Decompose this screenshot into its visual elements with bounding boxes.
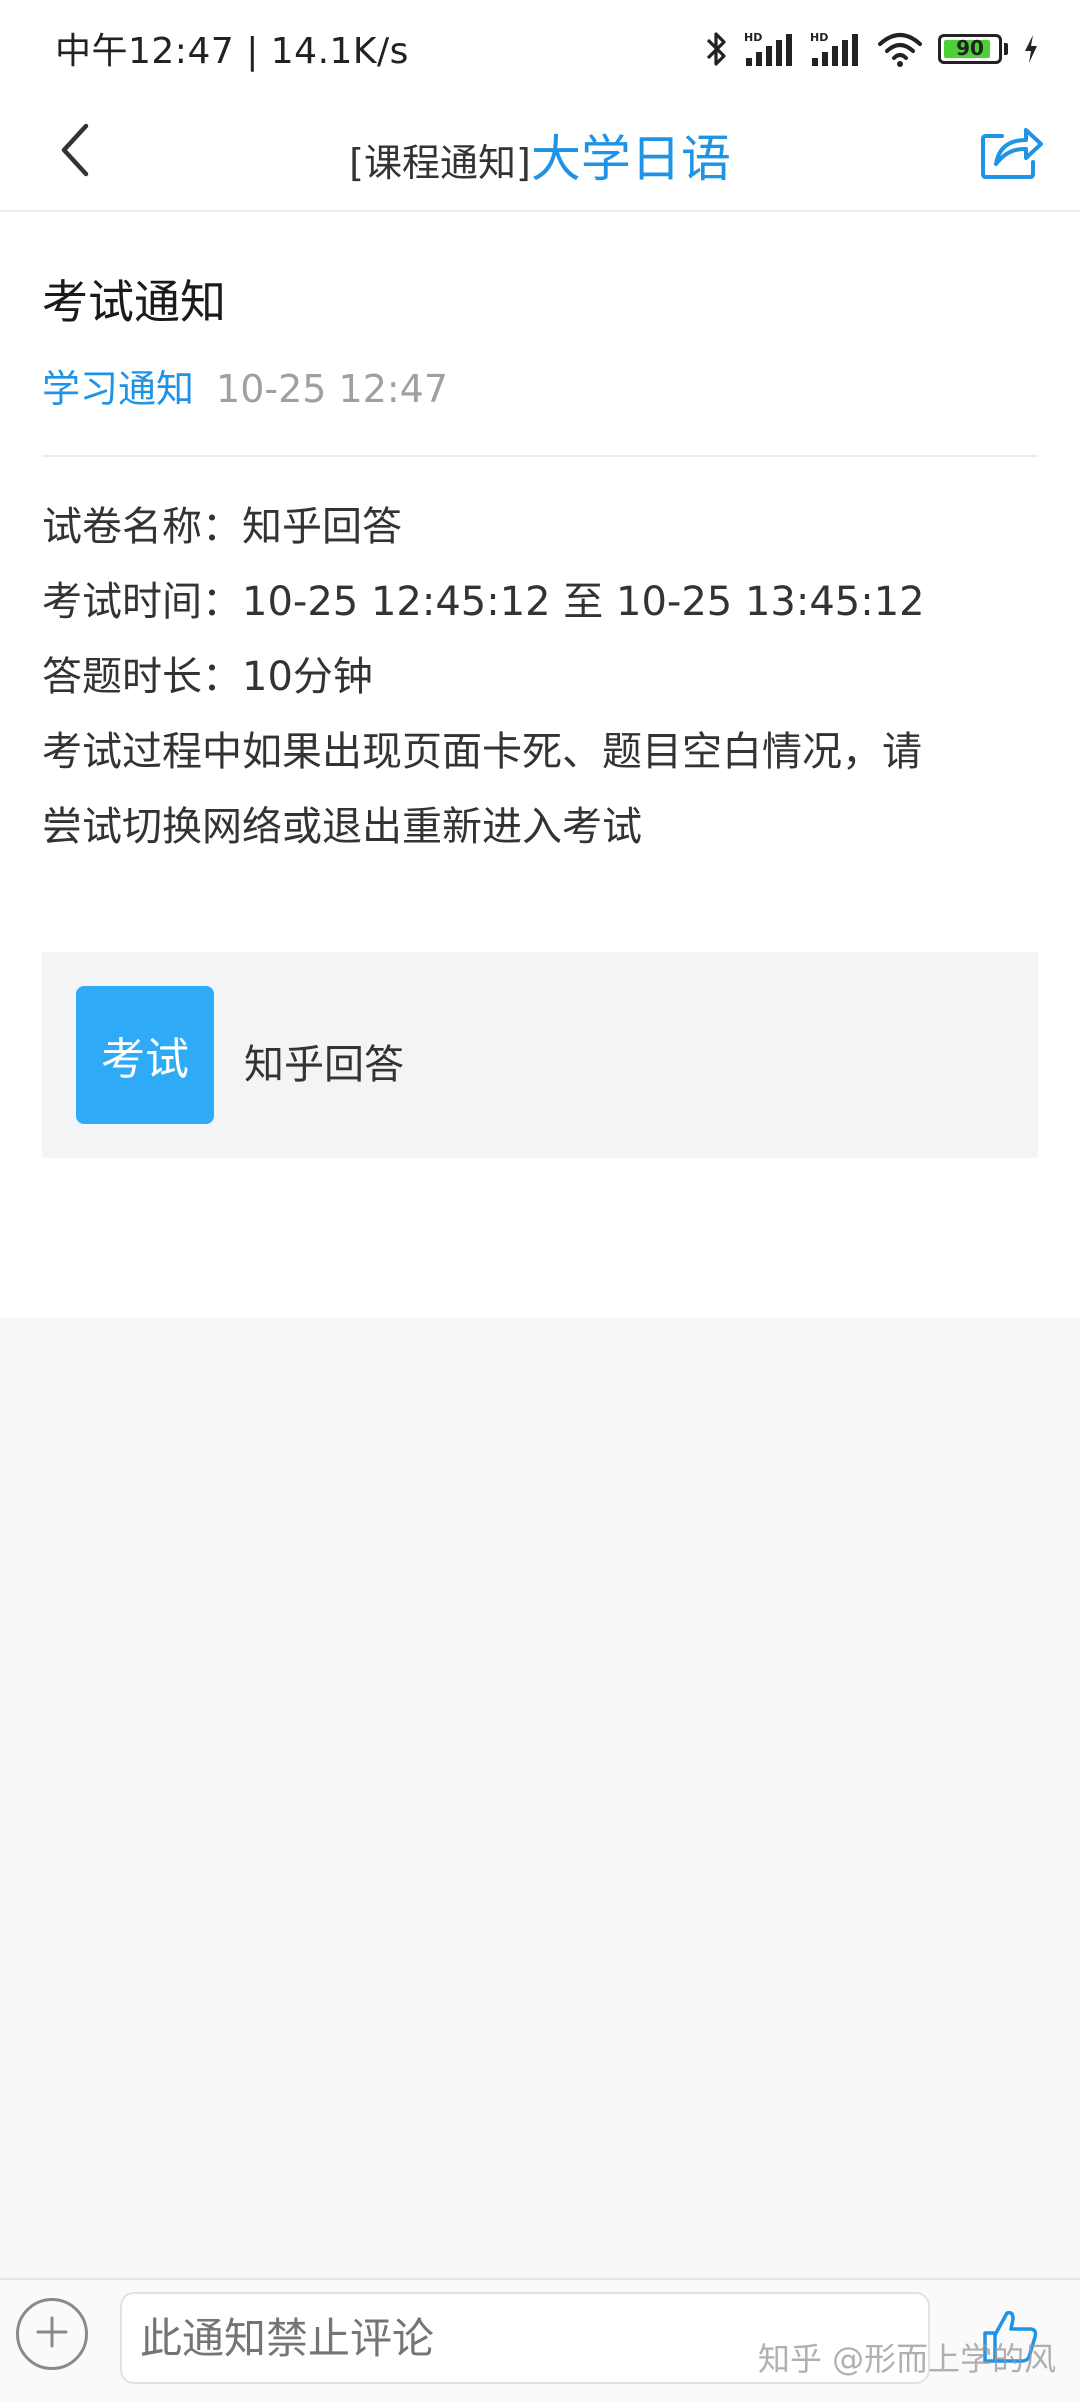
exam-badge: 考试: [76, 986, 214, 1124]
title-prefix: [课程通知]: [349, 141, 531, 185]
notice-content: 考试通知 学习通知 10-25 12:47 试卷名称：知乎回答 考试时间：10-2…: [0, 212, 1080, 1317]
nav-header: [课程通知]大学日语: [0, 95, 1080, 212]
body-line: 答题时长：10分钟: [42, 654, 373, 700]
wifi-icon: [876, 30, 924, 68]
body-line: 尝试切换网络或退出重新进入考试: [42, 804, 642, 850]
signal-icon: HD: [810, 30, 862, 68]
charging-icon: [1022, 33, 1040, 65]
notice-meta: 学习通知 10-25 12:47: [42, 358, 448, 413]
body-line: 考试过程中如果出现页面卡死、题目空白情况，请: [42, 729, 922, 775]
share-button[interactable]: [974, 115, 1050, 191]
battery-cap: [1004, 43, 1008, 55]
notice-body: 试卷名称：知乎回答 考试时间：10-25 12:45:12 至 10-25 13…: [42, 490, 1050, 865]
notice-time: 10-25 12:47: [216, 367, 449, 411]
status-time-speed: 中午12:47 | 14.1K/s: [55, 31, 409, 72]
body-line: 考试时间：10-25 12:45:12 至 10-25 13:45:12: [42, 579, 925, 625]
course-name: 大学日语: [530, 130, 731, 188]
add-button[interactable]: [16, 2298, 88, 2370]
status-bar: 中午12:47 | 14.1K/s HD HD 90: [0, 0, 1080, 95]
status-icons: HD HD 90: [704, 26, 1040, 72]
notice-category[interactable]: 学习通知: [42, 367, 194, 411]
battery-level: 90: [956, 36, 984, 60]
svg-text:HD: HD: [744, 31, 762, 44]
bottom-bar: 知乎 @形而上学的风: [0, 2278, 1080, 2402]
page-title: [课程通知]大学日语: [0, 119, 1080, 191]
exam-card[interactable]: 考试 知乎回答: [42, 952, 1038, 1158]
watermark: 知乎 @形而上学的风: [758, 2340, 1057, 2378]
body-line: 试卷名称：知乎回答: [42, 504, 402, 550]
battery-icon: 90: [938, 34, 1002, 64]
svg-text:HD: HD: [810, 31, 828, 44]
share-icon: [980, 122, 1044, 184]
exam-name: 知乎回答: [244, 1042, 404, 1088]
divider: [42, 455, 1038, 457]
notice-title: 考试通知: [42, 275, 226, 329]
signal-icon: HD: [744, 30, 796, 68]
bluetooth-icon: [704, 30, 730, 68]
add-icon: [34, 2314, 70, 2354]
